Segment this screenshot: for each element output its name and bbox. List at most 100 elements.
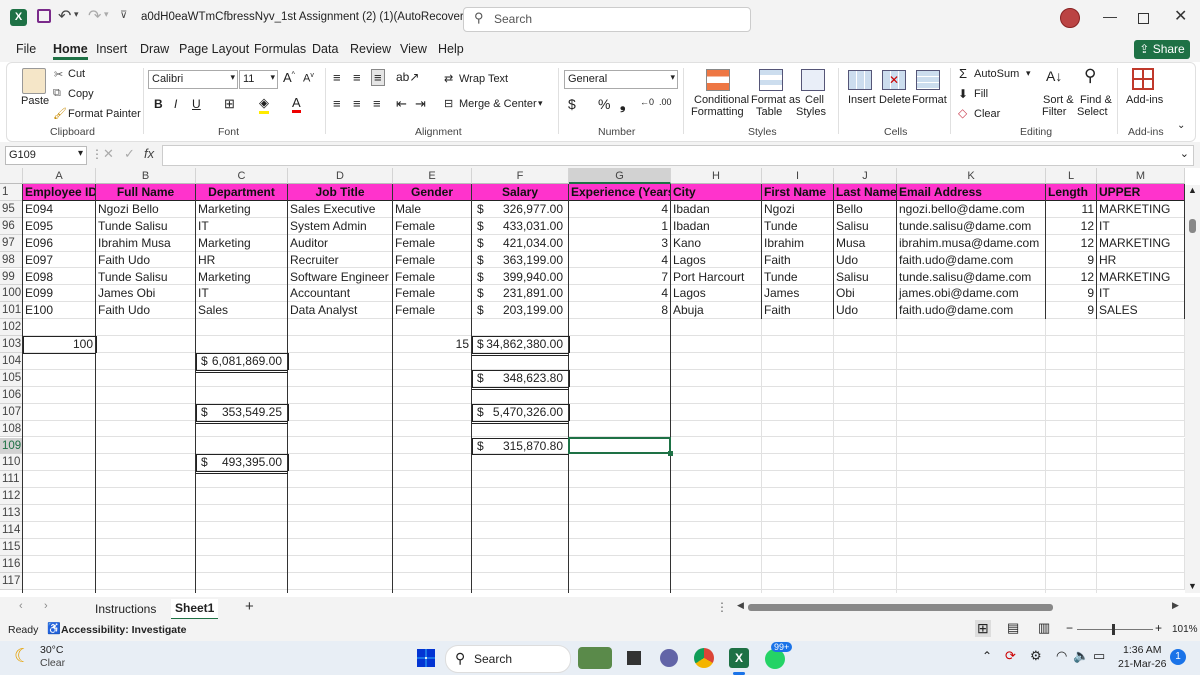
zoom-out-icon[interactable]: −	[1066, 621, 1073, 635]
empty-cell[interactable]	[288, 403, 393, 421]
empty-cell[interactable]	[288, 369, 393, 387]
empty-cell[interactable]	[288, 538, 393, 556]
menu-home[interactable]: Home	[53, 42, 88, 60]
empty-cell[interactable]	[569, 572, 671, 590]
table-cell[interactable]: Salisu	[834, 217, 897, 235]
conditional-formatting-button[interactable]: Conditional	[694, 94, 749, 106]
table-cell[interactable]: 4	[569, 200, 671, 218]
font-name-dropdown[interactable]: Calibri ▾	[148, 70, 238, 89]
count-result-cell[interactable]: 100	[23, 336, 96, 353]
format-cells-icon[interactable]	[916, 70, 940, 90]
row-header[interactable]: 113	[0, 505, 23, 522]
clear-icon[interactable]: ◇	[958, 106, 967, 120]
empty-cell[interactable]	[569, 319, 671, 337]
empty-cell[interactable]	[23, 353, 96, 370]
zoom-level[interactable]: 101%	[1172, 624, 1198, 635]
empty-cell[interactable]	[897, 522, 1046, 539]
empty-cell[interactable]	[834, 488, 897, 506]
row-header[interactable]: 116	[0, 555, 23, 573]
empty-cell[interactable]	[393, 369, 472, 387]
row-header[interactable]: 114	[0, 522, 23, 539]
table-cell[interactable]: Salisu	[834, 268, 897, 286]
table-cell[interactable]: IT	[1097, 217, 1185, 235]
empty-cell[interactable]	[23, 319, 96, 337]
empty-cell[interactable]	[762, 488, 834, 506]
merge-center-button[interactable]: Merge & Center	[459, 98, 537, 110]
delete-cells-button[interactable]: Delete	[879, 94, 911, 106]
empty-cell[interactable]	[569, 420, 671, 438]
empty-cell[interactable]	[671, 336, 762, 353]
vertical-scroll-thumb[interactable]	[1189, 219, 1196, 233]
header-cell[interactable]: Length	[1046, 184, 1097, 201]
empty-cell[interactable]	[897, 555, 1046, 573]
empty-cell[interactable]	[23, 403, 96, 421]
column-header-k[interactable]: K	[897, 168, 1046, 184]
empty-cell[interactable]	[393, 403, 472, 421]
empty-cell[interactable]	[23, 505, 96, 522]
empty-cell[interactable]	[1046, 454, 1097, 472]
table-cell[interactable]: SALES	[1097, 302, 1185, 320]
table-cell[interactable]: Female	[393, 268, 472, 286]
empty-cell[interactable]	[834, 454, 897, 472]
accessibility-icon[interactable]: ♿	[47, 622, 61, 635]
align-left-icon[interactable]: ≡	[333, 96, 341, 111]
table-cell[interactable]: Port Harcourt	[671, 268, 762, 286]
prev-sheet-icon[interactable]: ‹	[19, 600, 23, 612]
empty-cell[interactable]	[834, 522, 897, 539]
weather-moon-icon[interactable]: ☾	[14, 645, 31, 668]
salary-cell[interactable]: $203,199.00	[472, 302, 569, 320]
empty-cell[interactable]	[671, 505, 762, 522]
table-cell[interactable]: E099	[23, 285, 96, 303]
empty-cell[interactable]	[1097, 420, 1185, 438]
salary-cell[interactable]: $433,031.00	[472, 217, 569, 235]
empty-cell[interactable]	[23, 471, 96, 489]
empty-cell[interactable]	[897, 572, 1046, 590]
empty-cell[interactable]	[1097, 353, 1185, 370]
decrease-font-icon[interactable]: Av	[303, 72, 314, 85]
empty-cell[interactable]	[393, 522, 472, 539]
increase-indent-icon[interactable]: ⇥	[415, 96, 426, 112]
empty-cell[interactable]	[762, 336, 834, 353]
format-cells-button[interactable]: Format	[912, 94, 947, 106]
table-cell[interactable]: Lagos	[671, 285, 762, 303]
row-header[interactable]: 97	[0, 234, 23, 252]
empty-cell[interactable]	[897, 403, 1046, 421]
align-middle-icon[interactable]: ≡	[353, 70, 361, 85]
table-cell[interactable]: HR	[1097, 251, 1185, 269]
share-button[interactable]: ⇪ Share	[1134, 40, 1190, 59]
table-cell[interactable]: System Admin	[288, 217, 393, 235]
empty-cell[interactable]	[897, 369, 1046, 387]
empty-cell[interactable]	[96, 386, 196, 404]
table-cell[interactable]: Udo	[834, 302, 897, 320]
conditional-formatting-button-line2[interactable]: Formatting	[691, 106, 744, 118]
sheet-tab-sheet1[interactable]: Sheet1	[171, 599, 219, 620]
empty-cell[interactable]	[897, 538, 1046, 556]
customize-qat-icon[interactable]: ⊽	[120, 10, 127, 21]
empty-cell[interactable]	[1097, 369, 1185, 387]
header-cell[interactable]: Gender	[393, 184, 472, 201]
empty-cell[interactable]	[671, 454, 762, 472]
row-header[interactable]: 104	[0, 353, 23, 370]
empty-cell[interactable]	[196, 336, 288, 353]
header-cell[interactable]: Department	[196, 184, 288, 201]
empty-cell[interactable]	[897, 505, 1046, 522]
row-header[interactable]: 117	[0, 572, 23, 590]
empty-cell[interactable]	[23, 538, 96, 556]
increase-decimal-icon[interactable]: ←0	[640, 97, 654, 107]
empty-cell[interactable]	[393, 471, 472, 489]
empty-cell[interactable]	[762, 437, 834, 455]
salary-cell[interactable]: $326,977.00	[472, 200, 569, 218]
table-cell[interactable]: IT	[1097, 285, 1185, 303]
table-cell[interactable]: 1	[569, 217, 671, 235]
conditional-formatting-icon[interactable]	[706, 69, 730, 91]
empty-cell[interactable]	[762, 505, 834, 522]
confirm-entry-icon[interactable]: ✓	[124, 146, 135, 162]
empty-cell[interactable]	[671, 386, 762, 404]
table-cell[interactable]: Sales	[196, 302, 288, 320]
empty-cell[interactable]	[671, 488, 762, 506]
row-header[interactable]: 99	[0, 268, 23, 286]
empty-cell[interactable]	[834, 538, 897, 556]
table-cell[interactable]: 11	[1046, 200, 1097, 218]
empty-cell[interactable]	[288, 319, 393, 337]
row-header[interactable]: 95	[0, 200, 23, 218]
